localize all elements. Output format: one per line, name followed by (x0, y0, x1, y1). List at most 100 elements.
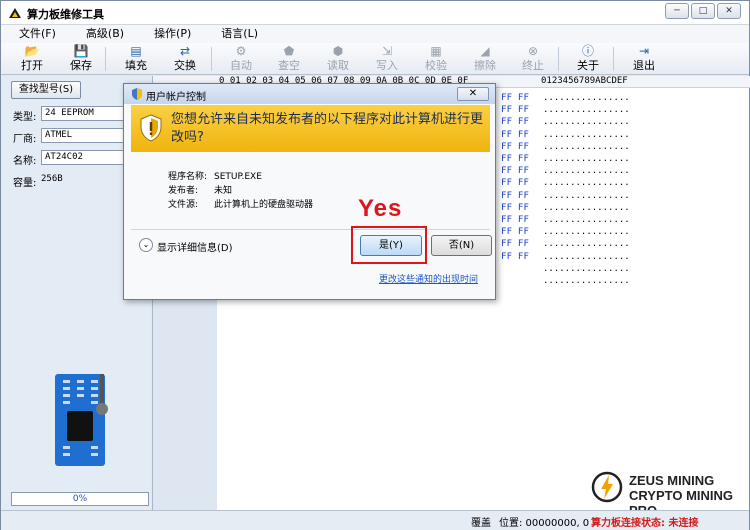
row-hex-bytes[interactable]: FF FF (501, 116, 529, 128)
row-ascii: ................ (543, 93, 630, 103)
stop-icon: ⊗ (527, 44, 539, 58)
row-hex-bytes[interactable]: FF FF (501, 153, 529, 165)
shield-icon (132, 88, 142, 100)
row-hex-bytes[interactable]: FF FF (501, 214, 529, 226)
row-hex-bytes[interactable]: FF FF (501, 165, 529, 177)
close-button[interactable]: ✕ (717, 3, 741, 19)
menu-language[interactable]: 语言(L) (221, 25, 258, 43)
open-button[interactable]: 📂 打开 (13, 44, 51, 74)
row-ascii: ................ (543, 105, 630, 116)
capacity-value: 256B (41, 174, 63, 184)
row-ascii: ................ (543, 227, 630, 238)
maximize-button[interactable]: □ (691, 3, 715, 19)
uac-title-bar: 用户帐户控制 ✕ (124, 84, 495, 104)
open-folder-icon: 📂 (24, 44, 40, 58)
toolbar-divider (613, 47, 614, 71)
swap-button[interactable]: ⇄ 交换 (166, 44, 204, 74)
row-hex-bytes[interactable]: FF FF (501, 190, 529, 202)
row-hex-bytes[interactable]: FF FF (501, 129, 529, 141)
warning-shield-icon (140, 114, 162, 142)
row-ascii: ................ (543, 178, 630, 189)
blank-check-icon: ⬟ (283, 44, 295, 58)
row-hex-bytes[interactable]: FF FF (501, 238, 529, 250)
status-bar: 覆盖 位置: 00000000, 0 算力板连接状态: 未连接 (1, 510, 749, 530)
row-ascii: ................ (543, 263, 630, 274)
eeprom-chip-icon (67, 411, 93, 441)
type-label: 类型: (13, 112, 37, 123)
chip-socket-image (55, 374, 105, 466)
fill-icon: ▤ (130, 44, 142, 58)
save-icon: 💾 (73, 44, 89, 58)
row-hex-bytes[interactable]: FF FF (501, 226, 529, 238)
uac-program-info: 程序名称: SETUP.EXE 发布者: 未知 文件源: 此计算机上的硬盘驱动器 (168, 172, 314, 210)
exit-icon: ⇥ (638, 44, 650, 58)
blank-check-button[interactable]: ⬟ 查空 (270, 44, 308, 74)
file-source: 此计算机上的硬盘驱动器 (214, 200, 314, 210)
yes-annotation: Yes (358, 195, 403, 222)
progress-bar: 0% (11, 492, 149, 506)
row-ascii: ................ (543, 166, 630, 177)
vendor-label: 厂商: (13, 134, 37, 145)
app-logo-icon (9, 8, 21, 18)
row-hex-bytes[interactable]: FF FF (501, 104, 529, 116)
yes-highlight-box (351, 226, 427, 264)
row-ascii: ................ (543, 202, 630, 213)
row-hex-bytes[interactable]: FF FF (501, 177, 529, 189)
swap-icon: ⇄ (179, 44, 191, 58)
ascii-header: 0123456789ABCDEF (541, 76, 628, 86)
menu-file[interactable]: 文件(F) (19, 25, 56, 43)
row-hex-bytes[interactable]: FF FF (501, 251, 529, 263)
window-title: 算力板维修工具 (27, 8, 104, 21)
row-ascii: ................ (543, 276, 630, 286)
program-name: SETUP.EXE (214, 172, 262, 182)
menu-operation[interactable]: 操作(P) (154, 25, 191, 43)
toolbar-divider (558, 47, 559, 71)
about-button[interactable]: ⓘ 关于 (569, 44, 607, 74)
exit-button[interactable]: ⇥ 退出 (625, 44, 663, 74)
title-bar: 算力板维修工具 ─ □ ✕ (1, 1, 749, 25)
row-ascii: ................ (543, 129, 630, 140)
edit-mode: 覆盖 (471, 518, 491, 529)
row-ascii: ................ (543, 215, 630, 225)
cursor-position: 位置: 00000000, 0 (499, 518, 590, 529)
uac-question: 您想允许来自未知发布者的以下程序对此计算机进行更改吗? (171, 112, 484, 145)
verify-button[interactable]: ▦ 校验 (417, 44, 455, 74)
write-button[interactable]: ⇲ 写入 (368, 44, 406, 74)
capacity-label: 容量: (13, 178, 37, 189)
zeus-mining-logo: ZEUS MINING CRYPTO MINING PRO (591, 471, 750, 518)
toolbar: 📂 打开 💾 保存 ▤ 填充 ⇄ 交换 ⚙ 自动 ⬟ 查空 ⬢ 读取 ⇲ 写入 ▦ 校验 ◢ 擦除 … (1, 43, 749, 75)
uac-close-button[interactable]: ✕ (457, 87, 489, 101)
show-details-link[interactable]: 显示详细信息(D) (157, 239, 233, 254)
lightning-logo-icon (591, 471, 623, 503)
row-ascii: ................ (543, 251, 630, 262)
menu-bar: 文件(F) 高级(B) 操作(P) 语言(L) (1, 25, 749, 43)
read-button[interactable]: ⬢ 读取 (319, 44, 357, 74)
row-hex-bytes[interactable]: FF FF (501, 202, 529, 214)
change-notification-link[interactable]: 更改这些通知的出现时间 (379, 272, 478, 285)
toolbar-divider (211, 47, 212, 71)
find-model-button[interactable]: 查找型号(S) (11, 81, 81, 99)
auto-button[interactable]: ⚙ 自动 (222, 44, 260, 74)
row-ascii: ................ (543, 141, 630, 152)
minimize-button[interactable]: ─ (665, 3, 689, 19)
toolbar-divider (105, 47, 106, 71)
read-icon: ⬢ (332, 44, 344, 58)
uac-warning-banner: 您想允许来自未知发布者的以下程序对此计算机进行更改吗? (131, 105, 490, 152)
stop-button[interactable]: ⊗ 终止 (514, 44, 552, 74)
row-ascii: ................ (543, 190, 630, 201)
app-window: 算力板维修工具 ─ □ ✕ 文件(F) 高级(B) 操作(P) 语言(L) 📂 打… (0, 0, 750, 530)
fill-button[interactable]: ▤ 填充 (117, 44, 155, 74)
menu-advanced[interactable]: 高级(B) (86, 25, 124, 43)
row-hex-bytes[interactable]: FF FF (501, 141, 529, 153)
name-label: 名称: (13, 156, 37, 167)
no-button[interactable]: 否(N) (431, 235, 492, 256)
uac-footer: ⌄ 显示详细信息(D) 是(Y) 否(N) (131, 229, 492, 261)
erase-button[interactable]: ◢ 擦除 (466, 44, 504, 74)
chevron-down-icon[interactable]: ⌄ (139, 238, 153, 252)
row-hex-bytes[interactable]: FF FF (501, 92, 529, 104)
uac-dialog: 用户帐户控制 ✕ 您想允许来自未知发布者的以下程序对此计算机进行更改吗? 程序名… (123, 83, 496, 300)
row-ascii: ................ (543, 154, 630, 164)
save-button[interactable]: 💾 保存 (62, 44, 100, 74)
auto-icon: ⚙ (235, 44, 247, 58)
socket-knob-icon (96, 403, 108, 415)
